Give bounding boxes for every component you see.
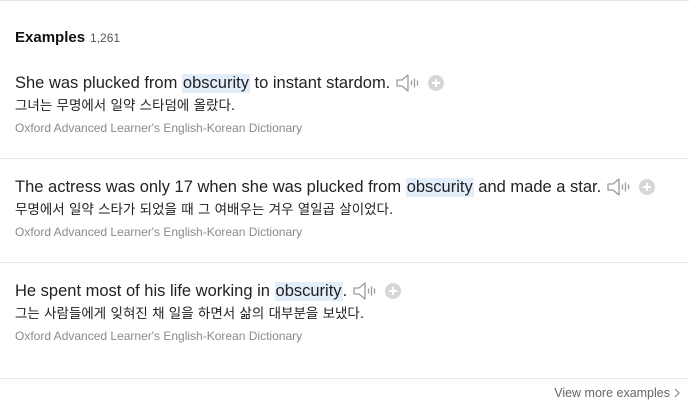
footer-divider [0,378,689,379]
sentence-text: She was plucked from [15,73,182,92]
keyword-highlight: obscurity [181,73,250,93]
example-source[interactable]: Oxford Advanced Learner's English-Korean… [15,121,689,135]
add-to-wordbook-button[interactable] [639,179,656,195]
view-more-examples-link[interactable]: View more examples [554,386,680,400]
sentence-text: and made a star. [473,177,602,196]
keyword-highlight: obscurity [405,177,474,197]
example-item: He spent most of his life working in obs… [15,279,689,343]
add-to-wordbook-button[interactable] [385,283,402,299]
keyword-highlight: obscurity [274,281,343,301]
sentence-text: He spent most of his life working in [15,281,275,300]
speaker-icon[interactable] [352,281,378,301]
speaker-icon[interactable] [395,73,421,93]
example-translation: 무명에서 일약 스타가 되었을 때 그 여배우는 겨우 열일곱 살이었다. [15,202,394,218]
sentence-text: to instant stardom. [249,73,391,92]
sentence-text: . [342,281,348,300]
speaker-icon[interactable] [606,177,632,197]
example-divider [0,158,689,159]
examples-header: Examples 1,261 [15,29,120,46]
example-source[interactable]: Oxford Advanced Learner's English-Korean… [15,225,689,239]
example-divider [0,262,689,263]
example-sentence: She was plucked from obscurity to instan… [15,71,689,95]
example-sentence: The actress was only 17 when she was plu… [15,175,689,199]
examples-title: Examples [15,29,86,46]
example-translation: 그는 사람들에게 잊혀진 채 일을 하면서 삶의 대부분을 보냈다. [15,306,365,322]
example-item: The actress was only 17 when she was plu… [15,175,689,239]
top-divider [0,0,689,1]
example-translation: 그녀는 무명에서 일약 스타덤에 올랐다. [15,98,236,114]
example-item: She was plucked from obscurity to instan… [15,71,689,135]
chevron-right-icon [674,388,680,398]
sentence-text: The actress was only 17 when she was plu… [15,177,406,196]
example-source[interactable]: Oxford Advanced Learner's English-Korean… [15,329,689,343]
examples-count: 1,261 [90,31,121,45]
add-to-wordbook-button[interactable] [428,75,445,91]
view-more-label: View more examples [554,386,670,400]
example-sentence: He spent most of his life working in obs… [15,279,689,303]
